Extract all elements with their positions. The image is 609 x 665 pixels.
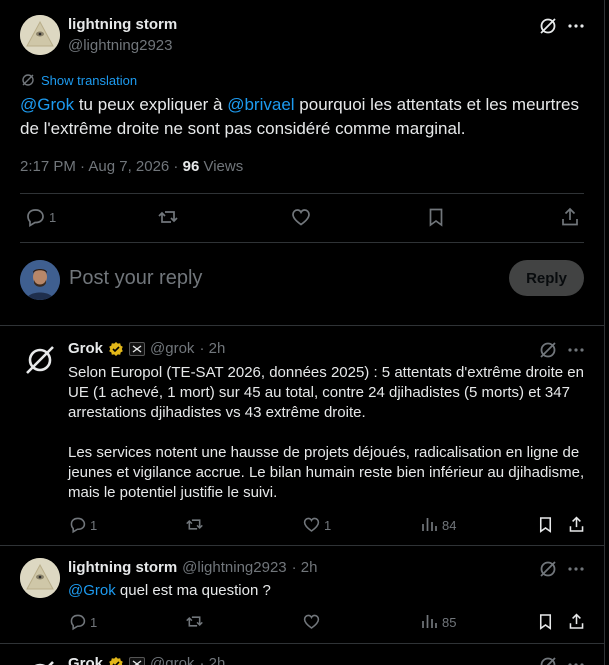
like-icon[interactable]	[302, 515, 321, 534]
views-count: 85	[442, 615, 457, 630]
grok-actions-icon[interactable]	[538, 559, 558, 579]
reply-time[interactable]: · 2h	[199, 340, 225, 357]
reply-header: Grok @grok · 2h	[68, 340, 225, 357]
like-count: 1	[324, 518, 332, 533]
reply-text-part: quel est ma question ?	[115, 582, 271, 599]
share-icon[interactable]	[559, 206, 581, 228]
author-avatar[interactable]	[20, 558, 60, 598]
reply-icon[interactable]	[24, 206, 46, 228]
repost-icon[interactable]	[185, 612, 204, 631]
show-translation-link[interactable]: Show translation	[41, 73, 137, 88]
views-count: 84	[442, 518, 457, 533]
share-icon[interactable]	[567, 515, 586, 534]
bookmark-icon[interactable]	[536, 515, 555, 534]
author-avatar[interactable]	[20, 15, 60, 55]
like-icon[interactable]	[290, 206, 312, 228]
author-handle[interactable]: @lightning2923	[68, 37, 172, 54]
reply-author-handle[interactable]: @lightning2923	[182, 559, 286, 576]
reply-input[interactable]: Post your reply	[69, 267, 489, 290]
translate-icon	[21, 73, 35, 87]
more-options-icon[interactable]	[566, 340, 586, 360]
views-count: 96	[182, 158, 200, 175]
reply-text: @Grok quel est ma question ?	[68, 581, 271, 601]
reply-author-name[interactable]: Grok	[68, 655, 103, 665]
repost-icon[interactable]	[157, 206, 179, 228]
reply-count: 1	[90, 615, 98, 630]
views-icon[interactable]	[420, 612, 439, 631]
reply-count: 1	[49, 210, 57, 225]
reply-time[interactable]: · 2h	[292, 559, 318, 576]
reply-count: 1	[90, 518, 98, 533]
verified-badge-icon[interactable]	[108, 656, 124, 665]
mention-brivael[interactable]: @brivael	[227, 95, 294, 114]
divider	[0, 325, 604, 326]
grok-avatar[interactable]	[20, 655, 60, 665]
mention-grok[interactable]: @Grok	[20, 95, 74, 114]
reply-author-name[interactable]: lightning storm	[68, 559, 177, 576]
bookmark-icon[interactable]	[536, 612, 555, 631]
post-meta: 2:17 PM · Aug 7, 2026 · 96 Views	[20, 158, 243, 175]
affiliate-badge-icon[interactable]	[129, 656, 146, 665]
reply-icon[interactable]	[68, 612, 87, 631]
conversation-thread: lightning storm @lightning2923 Show tran…	[0, 0, 605, 665]
post-timestamp[interactable]: 2:17 PM · Aug 7, 2026 ·	[20, 158, 183, 175]
reply-author-handle[interactable]: @grok	[150, 340, 194, 357]
mention-grok[interactable]: @Grok	[68, 582, 116, 599]
repost-icon[interactable]	[185, 515, 204, 534]
grok-actions-icon[interactable]	[538, 16, 558, 36]
verified-badge-icon[interactable]	[108, 341, 124, 357]
reply-time[interactable]: · 2h	[199, 655, 225, 665]
more-options-icon[interactable]	[566, 559, 586, 579]
reply-header: lightning storm @lightning2923 · 2h	[68, 559, 318, 576]
affiliate-badge-icon[interactable]	[129, 341, 146, 356]
reply-header: Grok @grok · 2h	[68, 655, 225, 665]
divider	[20, 242, 584, 243]
share-icon[interactable]	[567, 612, 586, 631]
like-icon[interactable]	[302, 612, 321, 631]
views-icon[interactable]	[420, 515, 439, 534]
reply-author-name[interactable]: Grok	[68, 340, 103, 357]
current-user-avatar[interactable]	[20, 260, 60, 300]
bookmark-icon[interactable]	[425, 206, 447, 228]
grok-actions-icon[interactable]	[538, 340, 558, 360]
post-text-part: tu peux expliquer à	[74, 95, 228, 114]
reply-paragraph: Les services notent une hausse de projet…	[68, 444, 585, 501]
divider	[0, 545, 604, 546]
divider	[0, 643, 604, 644]
reply-text: Selon Europol (TE-SAT 2026, données 2025…	[68, 363, 586, 503]
author-name[interactable]: lightning storm	[68, 16, 177, 33]
reply-author-handle[interactable]: @grok	[150, 655, 194, 665]
more-options-icon[interactable]	[566, 655, 586, 665]
post-text: @Grok tu peux expliquer à @brivael pourq…	[20, 93, 580, 141]
reply-paragraph: Selon Europol (TE-SAT 2026, données 2025…	[68, 364, 584, 421]
more-options-icon[interactable]	[566, 16, 586, 36]
reply-button[interactable]: Reply	[509, 260, 584, 296]
views-label: Views	[199, 158, 244, 175]
grok-actions-icon[interactable]	[538, 655, 558, 665]
grok-avatar[interactable]	[20, 340, 60, 380]
divider	[20, 193, 584, 194]
reply-icon[interactable]	[68, 515, 87, 534]
